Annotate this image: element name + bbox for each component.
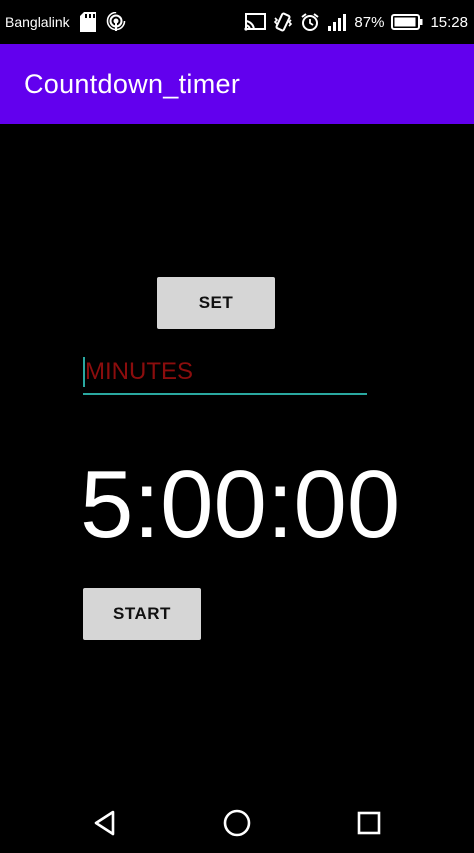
carrier-name: Banglalink [5, 14, 70, 30]
alarm-icon [300, 12, 320, 32]
status-bar: Banglalink 87% 15:28 [0, 0, 474, 44]
signal-icon [327, 13, 347, 31]
navigation-bar [0, 793, 474, 853]
home-icon[interactable] [221, 807, 253, 839]
hotspot-icon [106, 12, 126, 32]
battery-icon [391, 14, 423, 30]
set-button[interactable]: SET [157, 277, 275, 329]
clock: 15:28 [430, 13, 468, 31]
start-button[interactable]: START [83, 588, 201, 640]
timer-display: 5:00:00 [80, 451, 401, 558]
vibrate-icon [273, 12, 293, 32]
app-bar: Countdown_timer [0, 44, 474, 124]
back-icon[interactable] [89, 807, 121, 839]
app-title: Countdown_timer [24, 68, 241, 99]
recents-icon[interactable] [353, 807, 385, 839]
status-left: Banglalink [5, 0, 126, 44]
sd-card-icon [79, 12, 96, 32]
text-cursor [83, 357, 85, 387]
status-right: 87% 15:28 [244, 0, 468, 44]
minutes-input[interactable] [83, 352, 367, 392]
minutes-field-container [83, 352, 367, 395]
cast-icon [244, 13, 267, 31]
battery-percent: 87% [354, 13, 385, 31]
